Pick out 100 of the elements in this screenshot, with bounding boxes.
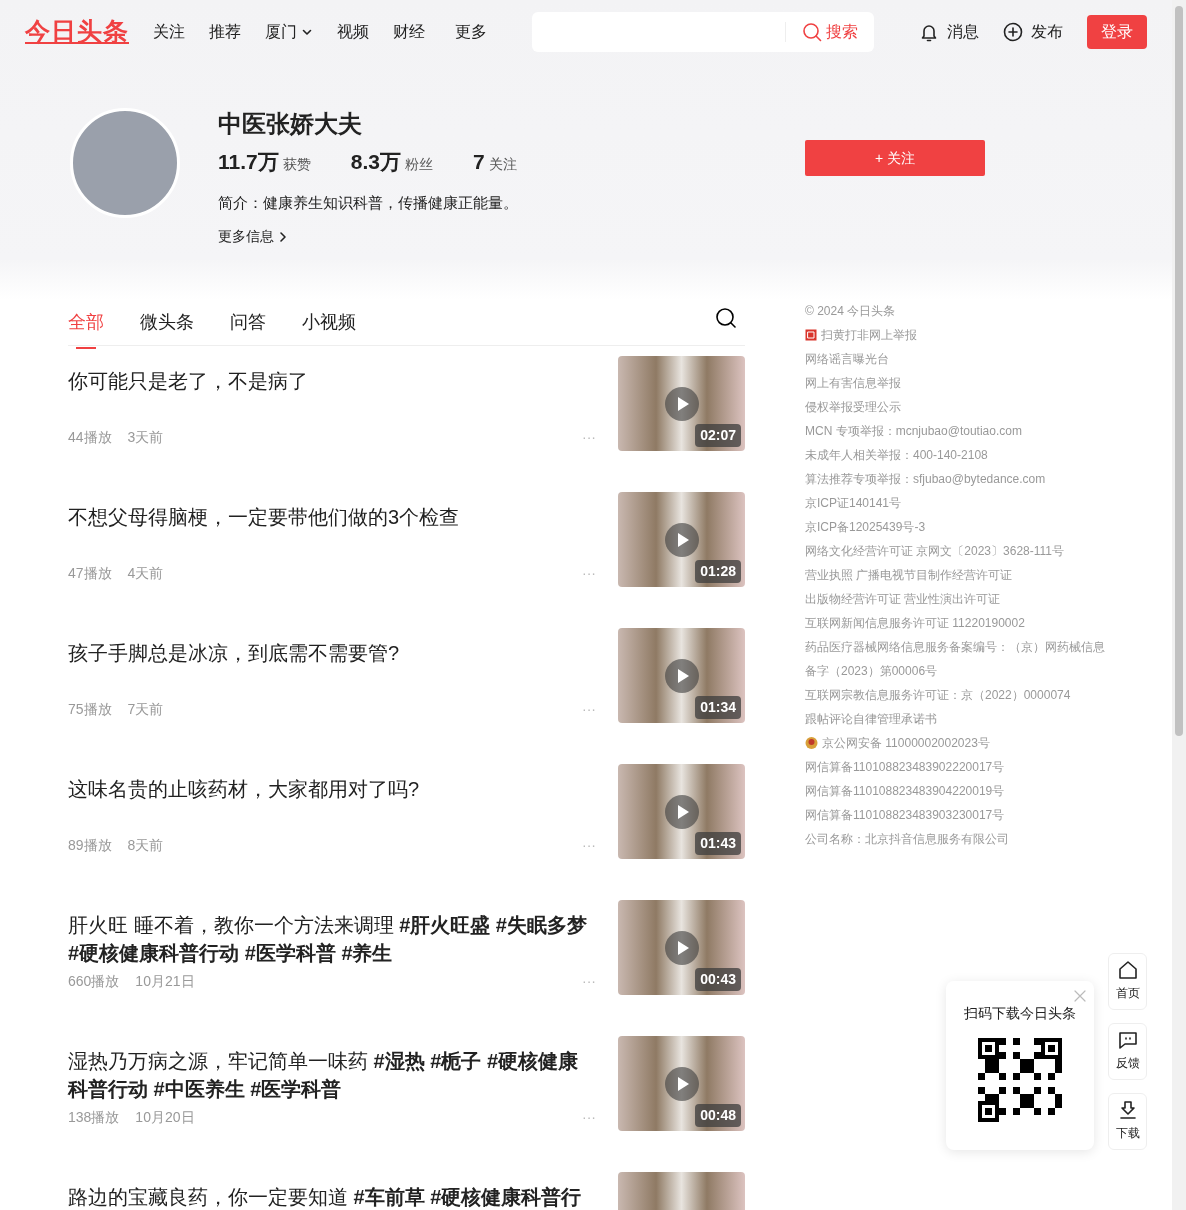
footer-link[interactable]: 网信算备110108823483904220019号: [805, 779, 1005, 803]
video-duration: 01:28: [695, 560, 741, 583]
more-button[interactable]: ···: [582, 427, 596, 448]
search-field[interactable]: 搜索: [532, 12, 874, 52]
footer-link[interactable]: 药品医疗器械网络信息服务备案编号：（京）网药械信息: [805, 635, 1105, 659]
footer-link[interactable]: MCN 专项举报：mcnjubao@toutiao.com: [805, 419, 1022, 443]
tab[interactable]: 微头条: [140, 309, 194, 348]
video-thumbnail[interactable]: 02:07: [618, 356, 745, 451]
nav-link[interactable]: 关注: [153, 20, 185, 44]
footer-link[interactable]: 京ICP备12025439号-3: [805, 515, 926, 539]
footer-link[interactable]: 互联网宗教信息服务许可证：京（2022）0000074: [805, 683, 1071, 707]
footer-link[interactable]: 京ICP证140141号: [805, 491, 902, 515]
publish-time: 4天前: [127, 564, 164, 583]
play-count: 44播放: [68, 428, 112, 447]
footer-link[interactable]: 网上有害信息举报: [805, 371, 901, 395]
more-button[interactable]: ···: [582, 971, 596, 992]
video-duration: 02:07: [695, 424, 741, 447]
more-button[interactable]: ···: [582, 699, 596, 720]
footer-link[interactable]: 跟帖评论自律管理承诺书: [805, 707, 937, 731]
play-icon: [664, 930, 699, 965]
logo[interactable]: 今日头条: [25, 13, 129, 51]
scrollbar[interactable]: [1172, 0, 1186, 1210]
nav-link[interactable]: 推荐: [209, 20, 241, 44]
video-thumbnail[interactable]: 00:48: [618, 1036, 745, 1131]
more-button[interactable]: ···: [582, 835, 596, 856]
tab[interactable]: 小视频: [302, 309, 356, 348]
play-count: 660播放: [68, 972, 120, 991]
play-icon: [664, 386, 699, 421]
follow-button[interactable]: + 关注: [805, 140, 985, 176]
stat-label: 粉丝: [404, 155, 433, 174]
publish-button[interactable]: 发布: [1003, 20, 1063, 44]
article-title[interactable]: 你可能只是老了，不是病了: [68, 367, 596, 395]
footer-link[interactable]: 网信算备110108823483902220017号: [805, 755, 1005, 779]
home-button[interactable]: 首页: [1108, 953, 1147, 1010]
play-icon: [664, 522, 699, 557]
stat-value: 7: [472, 149, 485, 175]
bio-text: 简介：健康养生知识科普，传播健康正能量。: [218, 192, 518, 213]
tab[interactable]: 问答: [230, 309, 266, 348]
article-title[interactable]: 这味名贵的止咳药材，大家都用对了吗?: [68, 775, 596, 803]
tab[interactable]: 全部: [68, 309, 104, 348]
footer-link[interactable]: 算法推荐专项举报：sfjubao@bytedance.com: [805, 467, 1046, 491]
search-icon: [715, 307, 737, 330]
video-duration: 00:48: [695, 1104, 741, 1127]
footer-link[interactable]: 营业执照 广播电视节目制作经营许可证: [805, 563, 1013, 587]
download-button[interactable]: 下载: [1108, 1093, 1147, 1150]
feedback-button[interactable]: 反馈: [1108, 1023, 1147, 1080]
more-info-link[interactable]: 更多信息: [218, 226, 288, 247]
footer-link[interactable]: 网络文化经营许可证 京网文〔2023〕3628-111号: [805, 539, 1064, 563]
play-count: 89播放: [68, 836, 112, 855]
play-icon: [664, 794, 699, 829]
stat-label: 关注: [488, 155, 517, 174]
video-thumbnail[interactable]: 00:43: [618, 900, 745, 995]
footer-link[interactable]: 扫黄打非网上举报: [821, 323, 917, 347]
article-title[interactable]: 孩子手脚总是冰凉，到底需不需要管?: [68, 639, 596, 667]
footer-link[interactable]: 互联网新闻信息服务许可证 11220190002: [805, 611, 1025, 635]
messages-button[interactable]: 消息: [919, 20, 979, 44]
bell-icon: [919, 22, 939, 42]
video-thumbnail[interactable]: 01:43: [618, 764, 745, 859]
download-icon: [1117, 1100, 1138, 1120]
footer-link[interactable]: 京公网安备 11000002002023号: [822, 731, 990, 755]
nav-link[interactable]: 更多: [455, 20, 487, 44]
video-duration: 00:43: [695, 968, 741, 991]
more-button[interactable]: ···: [582, 563, 596, 584]
profile-name: 中医张娇大夫: [218, 109, 363, 139]
video-thumbnail[interactable]: 01:28: [618, 492, 745, 587]
article-title[interactable]: 路边的宝藏良药，你一定要知道 #车前草 #硬核健康科普行: [68, 1183, 596, 1210]
video-thumbnail[interactable]: 01:34: [618, 628, 745, 723]
nav-link[interactable]: 厦门: [265, 20, 313, 44]
close-icon: [1074, 990, 1086, 1003]
publish-time: 10月20日: [135, 1108, 195, 1127]
footer-link[interactable]: 公司名称：北京抖音信息服务有限公司: [805, 827, 1009, 851]
publish-time: 10月21日: [135, 972, 195, 991]
stat-value: 11.7万: [218, 149, 279, 175]
article-title[interactable]: 不想父母得脑梗，一定要带他们做的3个检查: [68, 503, 596, 531]
play-icon: [664, 658, 699, 693]
footer-link[interactable]: 未成年人相关举报：400-140-2108: [805, 443, 988, 467]
more-button[interactable]: ···: [582, 1107, 596, 1128]
footer-link[interactable]: 出版物经营许可证 营业性演出许可证: [805, 587, 1001, 611]
footer-link[interactable]: 侵权举报受理公示: [805, 395, 901, 419]
footer-link[interactable]: 网络谣言曝光台: [805, 347, 889, 371]
login-button[interactable]: 登录: [1087, 15, 1147, 49]
publish-time: 7天前: [127, 700, 164, 719]
video-duration: 01:43: [695, 832, 741, 855]
footer-link[interactable]: 网信算备110108823483903230017号: [805, 803, 1005, 827]
article-title[interactable]: 湿热乃万病之源，牢记简单一味药 #湿热 #栀子 #硬核健康科普行动 #中医养生 #医学科普: [68, 1047, 596, 1103]
play-icon: [664, 1066, 699, 1101]
nav-link[interactable]: 视频: [337, 20, 369, 44]
play-count: 75播放: [68, 700, 112, 719]
footer-link[interactable]: 备字（2023）第00006号: [805, 659, 938, 683]
article-title[interactable]: 肝火旺 睡不着，教你一个方法来调理 #肝火旺盛 #失眠多梦 #硬核健康科普行动 #医学科普 #养生: [68, 911, 596, 967]
search-button[interactable]: [715, 307, 737, 330]
badge-icon: [805, 329, 817, 341]
stat-label: 获赞: [282, 155, 311, 174]
feedback-icon: [1117, 1030, 1138, 1050]
search-button[interactable]: 搜索: [785, 22, 874, 42]
emblem-icon: [805, 736, 818, 750]
nav-link[interactable]: 财经: [393, 20, 425, 44]
footer-link[interactable]: © 2024 今日头条: [805, 299, 896, 323]
scrollbar-thumb[interactable]: [1175, 6, 1183, 736]
qr-title: 扫码下载今日头条: [963, 1004, 1077, 1023]
